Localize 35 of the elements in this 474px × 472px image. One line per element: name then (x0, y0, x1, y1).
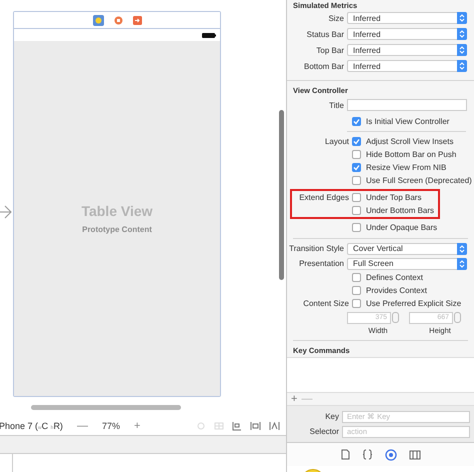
checkbox-label: Provides Context (366, 286, 427, 295)
zoom-out-button[interactable]: — (76, 420, 88, 432)
field-label: Extend Edges (298, 193, 350, 202)
dropdown[interactable]: Inferred (347, 60, 467, 72)
checkbox-label: Hide Bottom Bar on Push (366, 150, 456, 159)
dropdown[interactable]: Inferred (347, 44, 467, 56)
field-label: Title (328, 100, 345, 110)
dropdown[interactable]: Cover Vertical (347, 242, 467, 254)
zoom-level: 77% (102, 420, 120, 430)
checkbox-label: Defines Context (366, 273, 423, 282)
field-label: Presentation (298, 259, 345, 268)
scene-subtitle: Prototype Content (82, 225, 152, 234)
add-button[interactable]: + (287, 393, 298, 405)
dropdown[interactable]: Inferred (347, 28, 467, 40)
checkbox-label: Adjust Scroll View Insets (366, 137, 454, 146)
field-label: Transition Style (288, 244, 345, 253)
dropdown[interactable]: Full Screen (347, 258, 467, 270)
checkbox-label: Use Full Screen (Deprecated) (366, 176, 472, 185)
field-label: Selector (308, 427, 340, 436)
field-label: Content Size (302, 299, 350, 308)
field-label: Key (324, 412, 340, 421)
checkbox-label: Is Initial View Controller (366, 117, 450, 126)
field-label: Layout (324, 137, 350, 146)
checkbox-label: Resize View From NIB (366, 163, 446, 172)
dropdown[interactable]: Inferred (347, 12, 467, 24)
zoom-in-button[interactable]: + (134, 420, 140, 432)
field-label: Top Bar (315, 46, 345, 54)
device-selector[interactable]: Phone 7 ($_{w}$C $_{h}$R) (0, 420, 63, 430)
field-label: Bottom Bar (302, 62, 345, 70)
checkbox-label: Under Opaque Bars (366, 223, 438, 232)
field-label: Status Bar (306, 30, 345, 38)
checkbox-label: Under Bottom Bars (366, 206, 434, 215)
field-label: Size (327, 14, 345, 22)
checkbox-label: Under Top Bars (366, 193, 422, 202)
checkbox-label: Use Preferred Explicit Size (366, 299, 462, 308)
